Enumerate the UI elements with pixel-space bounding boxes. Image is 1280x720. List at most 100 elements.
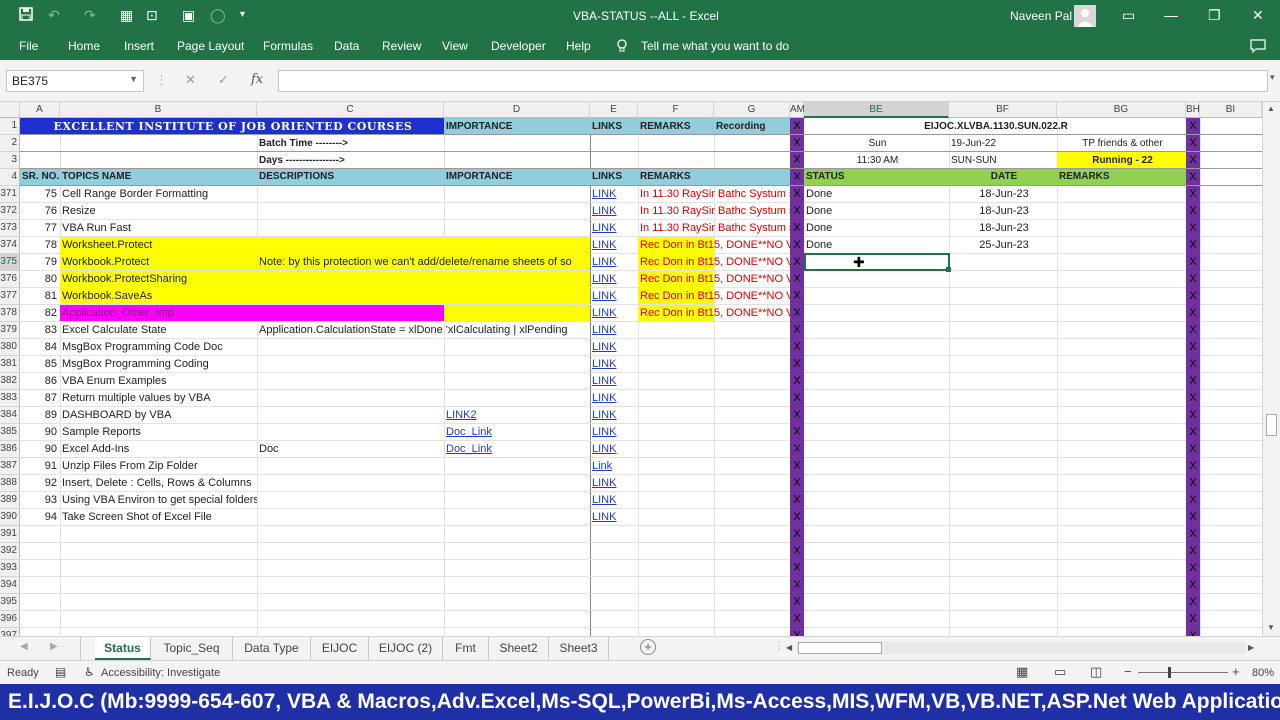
cell-topic[interactable]: Insert, Delete : Cells, Rows & Columns xyxy=(60,475,257,492)
user-name[interactable]: Naveen Pal xyxy=(1010,9,1072,23)
cell-sr[interactable]: 75 xyxy=(20,186,60,203)
cell-date[interactable] xyxy=(949,254,1057,271)
column-header-d[interactable]: D xyxy=(444,102,590,118)
cell-link[interactable]: LINK xyxy=(590,339,638,356)
cell-sr[interactable]: 79 xyxy=(20,254,60,271)
row-header[interactable]: 382 xyxy=(0,373,20,390)
cell-desc[interactable] xyxy=(257,186,444,203)
cell-imp[interactable] xyxy=(444,356,590,373)
chevron-down-icon[interactable]: ▼ xyxy=(129,74,138,84)
name-box[interactable]: BE375 ▼ xyxy=(6,70,144,92)
scroll-thumb[interactable] xyxy=(1266,414,1277,436)
select-all-corner[interactable] xyxy=(0,102,20,118)
cell-sr[interactable]: 85 xyxy=(20,356,60,373)
tab-data[interactable]: Data xyxy=(334,39,359,53)
worksheet-grid[interactable]: A B C D E F G AM BE BF BG BH BI 1 EXCELL… xyxy=(0,102,1262,636)
cell-imp[interactable] xyxy=(444,254,590,271)
cell-remark[interactable] xyxy=(638,424,790,441)
cell-topic[interactable]: VBA Enum Examples xyxy=(60,373,257,390)
row-header[interactable]: 378 xyxy=(0,305,20,322)
cell-sr[interactable]: 77 xyxy=(20,220,60,237)
scroll-up-icon[interactable]: ▲ xyxy=(1267,104,1275,113)
column-header-c[interactable]: C xyxy=(257,102,444,118)
cell-remark[interactable] xyxy=(638,373,790,390)
cell-topic[interactable]: Excel Calculate State xyxy=(60,322,257,339)
row-header[interactable]: 396 xyxy=(0,611,20,628)
cell-topic[interactable]: Workbook.SaveAs xyxy=(60,288,257,305)
horizontal-scrollbar[interactable] xyxy=(796,642,1246,654)
row-header[interactable]: 395 xyxy=(0,594,20,611)
cell-remark[interactable]: In 11.30 RaySir Bathc Systum s xyxy=(638,203,790,220)
page-layout-view-icon[interactable]: ▭ xyxy=(1054,664,1066,680)
cell-imp[interactable] xyxy=(444,271,590,288)
cell-status[interactable] xyxy=(804,424,949,441)
cell-status[interactable] xyxy=(804,373,949,390)
scroll-right-icon[interactable]: ▶ xyxy=(1248,643,1254,652)
cell-link[interactable]: LINK xyxy=(590,186,638,203)
accessibility-status[interactable]: Accessibility: Investigate xyxy=(101,667,220,679)
cell-topic[interactable]: Application_Other_Imp xyxy=(60,305,257,322)
cell-desc[interactable] xyxy=(257,237,444,254)
cell-status[interactable] xyxy=(804,271,949,288)
cell-topic[interactable]: Return multiple values by VBA xyxy=(60,390,257,407)
header-status-remarks[interactable]: REMARKS xyxy=(1057,169,1186,185)
cell-link[interactable]: LINK xyxy=(590,441,638,458)
cell-date[interactable] xyxy=(949,322,1057,339)
column-header-bg[interactable]: BG xyxy=(1057,102,1186,118)
cell-link[interactable]: LINK xyxy=(590,373,638,390)
cell-remark[interactable]: Rec Don in Bt15, DONE**NO V xyxy=(638,237,790,254)
cell-desc[interactable] xyxy=(257,509,444,526)
column-header-bf[interactable]: BF xyxy=(949,102,1057,118)
cell-topic[interactable]: MsgBox Programming Coding xyxy=(60,356,257,373)
h-scroll-thumb[interactable] xyxy=(798,642,882,654)
cell-status[interactable] xyxy=(804,407,949,424)
column-header-f[interactable]: F xyxy=(638,102,714,118)
cell-desc[interactable] xyxy=(257,373,444,390)
cell-topic[interactable]: Worksheet.Protect xyxy=(60,237,257,254)
cell-remark[interactable]: Rec Don in Bt15, DONE**NO V xyxy=(638,288,790,305)
row-header[interactable]: 377 xyxy=(0,288,20,305)
cell-status[interactable]: Done xyxy=(804,220,949,237)
row-header[interactable]: 383 xyxy=(0,390,20,407)
cell-be3[interactable]: 11:30 AM xyxy=(804,152,949,169)
row-header[interactable]: 387 xyxy=(0,458,20,475)
cell-link[interactable]: LINK xyxy=(590,475,638,492)
cell-desc[interactable] xyxy=(257,458,444,475)
tab-help[interactable]: Help xyxy=(566,39,591,53)
cell-sr[interactable]: 78 xyxy=(20,237,60,254)
cell-desc[interactable] xyxy=(257,424,444,441)
cell-remark[interactable] xyxy=(638,475,790,492)
cell-imp[interactable] xyxy=(444,509,590,526)
form-icon[interactable]: ▦ xyxy=(120,6,133,24)
tab-view[interactable]: View xyxy=(442,39,468,53)
cell-topic[interactable]: Workbook.ProtectSharing xyxy=(60,271,257,288)
sheet-tab-sheet3[interactable]: Sheet3 xyxy=(549,637,609,660)
cell-bg2[interactable]: TP friends & other xyxy=(1057,135,1186,152)
cell-sr[interactable]: 92 xyxy=(20,475,60,492)
avatar[interactable] xyxy=(1074,5,1096,27)
cell-date[interactable] xyxy=(949,492,1057,509)
row-header[interactable]: 388 xyxy=(0,475,20,492)
cell-bf3[interactable]: SUN-SUN xyxy=(949,152,1057,169)
cell-status[interactable] xyxy=(804,305,949,322)
next-sheet-icon[interactable]: ▶ xyxy=(50,641,58,652)
cell-sr[interactable]: 87 xyxy=(20,390,60,407)
days-label[interactable]: Days ----------------> xyxy=(257,152,444,169)
cell-imp[interactable] xyxy=(444,186,590,203)
column-header-g[interactable]: G xyxy=(714,102,790,118)
column-header-am[interactable]: AM xyxy=(790,102,805,118)
cell-link[interactable]: LINK xyxy=(590,237,638,254)
cell-remark[interactable] xyxy=(638,322,790,339)
cell-date[interactable] xyxy=(949,458,1057,475)
cell-remark[interactable] xyxy=(638,441,790,458)
cell-link[interactable]: LINK xyxy=(590,424,638,441)
cell-sr[interactable]: 93 xyxy=(20,492,60,509)
cell-topic[interactable]: DASHBOARD by VBA xyxy=(60,407,257,424)
row-header[interactable]: 391 xyxy=(0,526,20,543)
cell-date[interactable] xyxy=(949,475,1057,492)
cell-remark[interactable] xyxy=(638,492,790,509)
cell-date[interactable]: 25-Jun-23 xyxy=(949,237,1057,254)
cell-imp[interactable]: Doc_Link xyxy=(444,424,590,441)
cell-date[interactable] xyxy=(949,356,1057,373)
sheet-tab-status[interactable]: Status xyxy=(95,637,151,660)
